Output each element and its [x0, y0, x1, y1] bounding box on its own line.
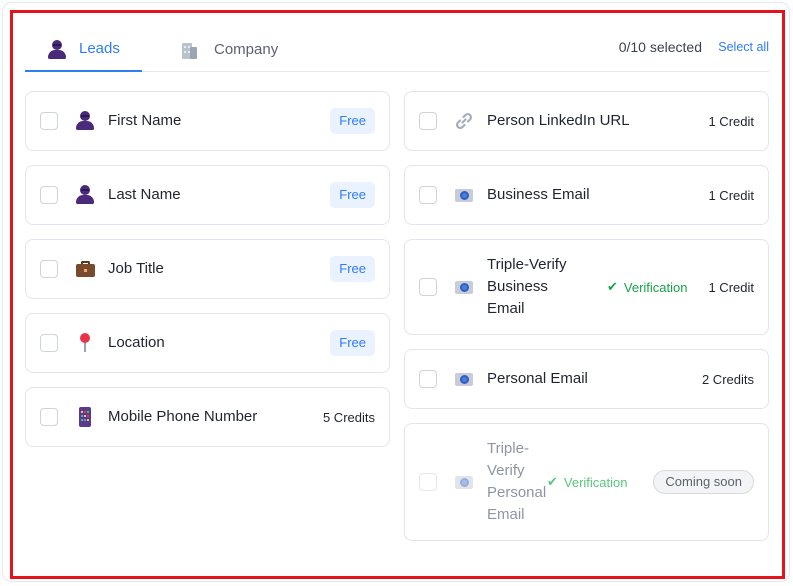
email-icon: [454, 472, 474, 492]
field-label: Job Title: [108, 260, 164, 277]
cost-badge: Free: [330, 256, 375, 282]
building-icon: [180, 41, 198, 59]
field-checkbox[interactable]: [419, 370, 437, 388]
email-icon: [454, 369, 474, 389]
field-label: First Name: [108, 112, 182, 129]
tab-company[interactable]: Company: [180, 27, 278, 72]
person-icon: [75, 111, 95, 131]
field-checkbox[interactable]: [419, 186, 437, 204]
field-label: Business Email: [487, 186, 590, 203]
cost-label: 5 Credits: [322, 409, 375, 425]
tab-label: Company: [214, 41, 279, 58]
field-location[interactable]: Location Free: [25, 313, 390, 373]
field-checkbox[interactable]: [40, 260, 58, 278]
tabs-bar: Leads Company 0/10 selected Select all: [25, 27, 769, 72]
field-triple-verify-personal-email: Triple- Verify Personal Email ✔ Verifica…: [404, 423, 769, 541]
person-icon: [47, 39, 66, 59]
field-label: Personal Email: [487, 370, 588, 387]
link-icon: [454, 111, 474, 131]
field-person-linkedin-url[interactable]: Person LinkedIn URL 1 Credit: [404, 91, 769, 151]
field-checkbox[interactable]: [419, 278, 437, 296]
field-triple-verify-business-email[interactable]: Triple-Verify Business Email ✔ Verificat…: [404, 239, 769, 335]
person-icon: [75, 185, 95, 205]
tab-leads[interactable]: Leads: [25, 27, 142, 72]
pin-icon: [75, 333, 95, 353]
cost-label: 1 Credit: [708, 113, 754, 129]
field-label: Location: [108, 334, 165, 351]
selected-count: 0/10 selected: [618, 39, 702, 55]
cost-badge: Free: [330, 182, 375, 208]
field-first-name[interactable]: First Name Free: [25, 91, 390, 151]
tab-label: Leads: [79, 40, 120, 57]
field-mobile-phone[interactable]: Mobile Phone Number 5 Credits: [25, 387, 390, 447]
field-label: Triple- Verify Personal Email: [487, 440, 547, 523]
field-checkbox[interactable]: [40, 112, 58, 130]
coming-soon-badge: Coming soon: [653, 470, 754, 494]
verification-tag: ✔ Verification: [607, 279, 688, 295]
field-label: Person LinkedIn URL: [487, 112, 630, 129]
check-icon: ✔: [607, 279, 618, 294]
field-job-title[interactable]: Job Title Free: [25, 239, 390, 299]
cost-badge: Free: [330, 330, 375, 356]
field-label: Triple-Verify Business Email: [487, 256, 567, 317]
email-icon: [454, 277, 474, 297]
field-checkbox[interactable]: [40, 408, 58, 426]
field-checkbox[interactable]: [40, 334, 58, 352]
cost-badge: Free: [330, 108, 375, 134]
cost-label: 1 Credit: [708, 279, 754, 295]
field-label: Mobile Phone Number: [108, 408, 258, 425]
cost-label: 1 Credit: [708, 187, 754, 203]
field-checkbox: [419, 473, 437, 491]
field-last-name[interactable]: Last Name Free: [25, 165, 390, 225]
verification-tag: ✔ Verification: [547, 474, 628, 490]
email-icon: [454, 185, 474, 205]
field-personal-email[interactable]: Personal Email 2 Credits: [404, 349, 769, 409]
field-label: Last Name: [108, 186, 181, 203]
field-checkbox[interactable]: [40, 186, 58, 204]
briefcase-icon: [75, 259, 95, 279]
check-icon: ✔: [547, 474, 558, 489]
field-checkbox[interactable]: [419, 112, 437, 130]
phone-icon: [75, 407, 95, 427]
field-business-email[interactable]: Business Email 1 Credit: [404, 165, 769, 225]
select-all-link[interactable]: Select all: [718, 27, 769, 67]
cost-label: 2 Credits: [701, 371, 754, 387]
